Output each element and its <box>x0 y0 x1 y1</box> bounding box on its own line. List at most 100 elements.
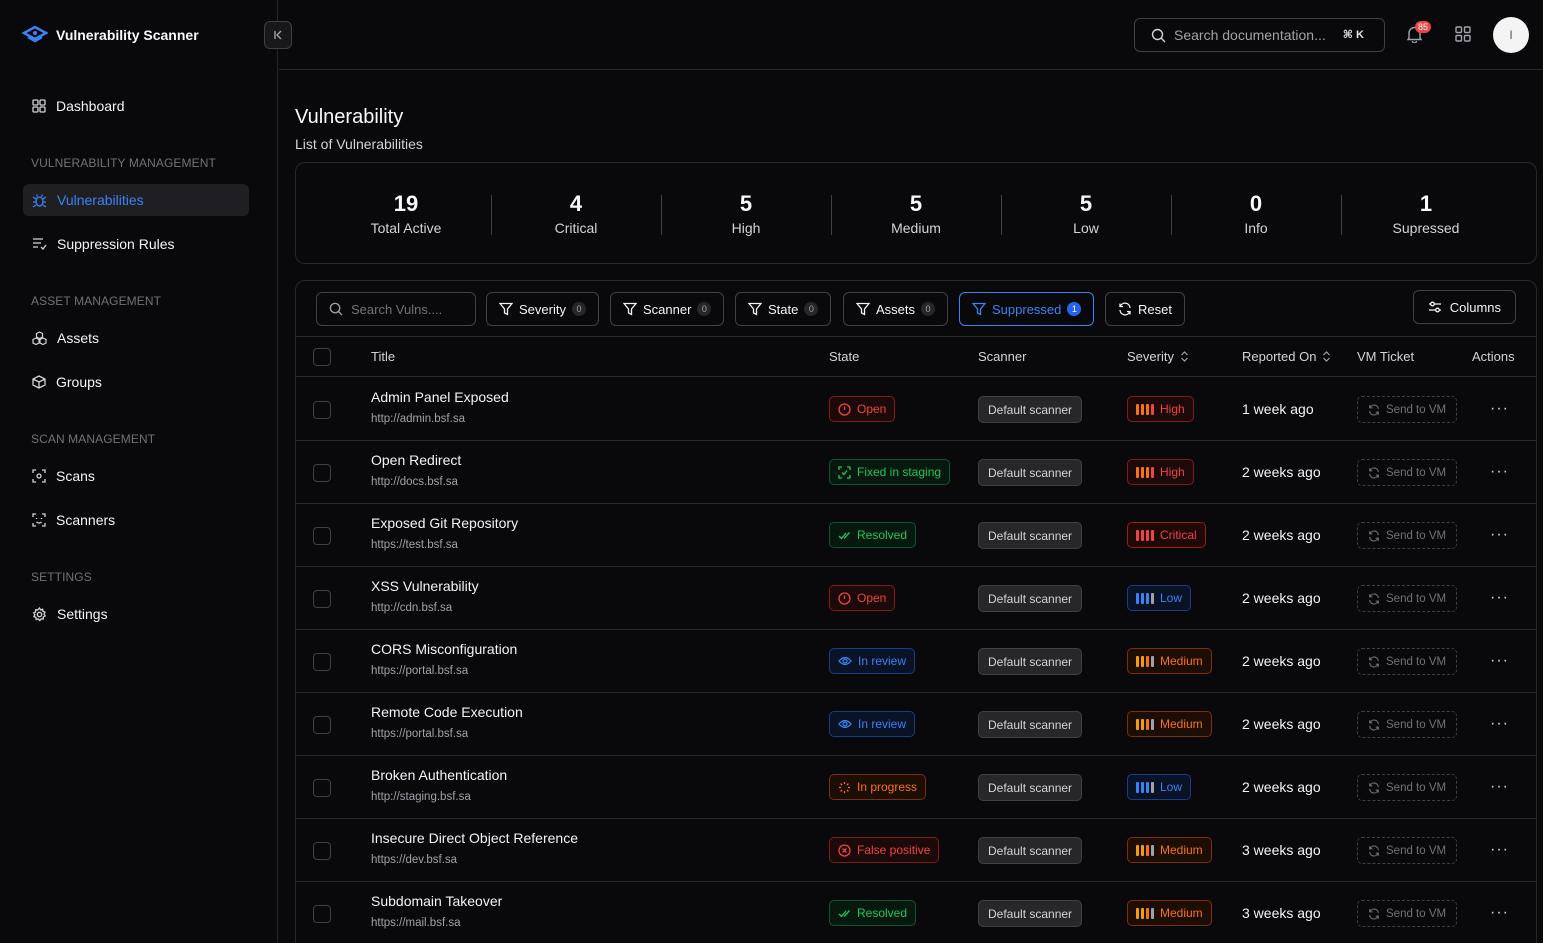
search-vulns-input[interactable]: Search Vulns.... <box>316 292 476 326</box>
row-checkbox[interactable] <box>313 842 331 860</box>
send-to-vm-button[interactable]: Send to VM <box>1357 837 1458 864</box>
stat-value: 0 <box>1249 190 1263 216</box>
table-row[interactable]: CORS Misconfiguration https://portal.bsf… <box>296 630 1536 693</box>
vulnerability-title[interactable]: Remote Code Execution <box>371 704 523 720</box>
state-label: Resolved <box>857 906 908 920</box>
column-header-severity[interactable]: Severity <box>1127 349 1189 364</box>
stat-suppressed: 1 Supressed <box>1341 191 1511 236</box>
state-badge: In review <box>829 711 916 737</box>
sidebar-item-suppression-rules[interactable]: Suppression Rules <box>23 228 249 260</box>
column-header-title[interactable]: Title <box>371 349 395 364</box>
row-checkbox[interactable] <box>313 590 331 608</box>
search-documentation-input[interactable]: Search documentation... ⌘ K <box>1134 18 1385 52</box>
row-checkbox[interactable] <box>313 905 331 923</box>
row-checkbox[interactable] <box>313 401 331 419</box>
stat-low: 5 Low <box>1001 191 1171 236</box>
sidebar-item-vulnerabilities[interactable]: Vulnerabilities <box>23 184 249 216</box>
more-actions-icon[interactable]: ··· <box>1490 463 1509 481</box>
row-checkbox[interactable] <box>313 779 331 797</box>
vulnerability-url: https://mail.bsf.sa <box>371 917 461 929</box>
table-row[interactable]: XSS Vulnerability http://cdn.bsf.sa Open… <box>296 567 1536 630</box>
sidebar-item-assets[interactable]: Assets <box>23 322 249 354</box>
table-row[interactable]: Admin Panel Exposed http://admin.bsf.sa … <box>296 378 1536 441</box>
send-to-vm-button[interactable]: Send to VM <box>1357 522 1458 549</box>
vulnerability-title[interactable]: Insecure Direct Object Reference <box>371 830 578 846</box>
filter-count: 0 <box>804 302 819 316</box>
send-to-vm-button[interactable]: Send to VM <box>1357 900 1458 927</box>
reported-on: 2 weeks ago <box>1242 527 1321 543</box>
refresh-icon <box>1368 592 1380 605</box>
vulnerability-title[interactable]: Broken Authentication <box>371 767 507 783</box>
page-subtitle: List of Vulnerabilities <box>295 136 423 152</box>
table-row[interactable]: Open Redirect http://docs.bsf.sa Fixed i… <box>296 441 1536 504</box>
vulnerability-title[interactable]: Open Redirect <box>371 452 461 468</box>
brand-name: Vulnerability Scanner <box>56 27 199 43</box>
row-checkbox[interactable] <box>313 716 331 734</box>
sidebar-item-scanners[interactable]: Scanners <box>23 504 249 536</box>
filter-scanner-button[interactable]: Scanner 0 <box>610 292 725 326</box>
table-row[interactable]: Exposed Git Repository https://test.bsf.… <box>296 504 1536 567</box>
filter-assets-button[interactable]: Assets 0 <box>843 292 949 326</box>
columns-button[interactable]: Columns <box>1412 290 1516 324</box>
state-badge: In review <box>829 648 916 674</box>
state-badge: False positive <box>829 837 940 863</box>
vulnerability-title[interactable]: CORS Misconfiguration <box>371 641 517 657</box>
package-icon <box>32 375 46 389</box>
apps-grid-icon[interactable] <box>1455 26 1471 42</box>
more-actions-icon[interactable]: ··· <box>1490 778 1509 796</box>
row-checkbox[interactable] <box>313 464 331 482</box>
send-to-vm-button[interactable]: Send to VM <box>1357 585 1458 612</box>
send-to-vm-button[interactable]: Send to VM <box>1357 396 1458 423</box>
sidebar-item-label: Groups <box>56 374 102 390</box>
sidebar-item-settings[interactable]: Settings <box>23 598 249 630</box>
sidebar-item-groups[interactable]: Groups <box>23 366 249 398</box>
more-actions-icon[interactable]: ··· <box>1490 841 1509 859</box>
filter-icon <box>623 302 637 316</box>
more-actions-icon[interactable]: ··· <box>1490 589 1509 607</box>
table-row[interactable]: Broken Authentication http://staging.bsf… <box>296 756 1536 819</box>
row-checkbox[interactable] <box>313 653 331 671</box>
vulnerability-url: https://test.bsf.sa <box>371 539 458 551</box>
more-actions-icon[interactable]: ··· <box>1490 652 1509 670</box>
more-actions-icon[interactable]: ··· <box>1490 526 1509 544</box>
reset-filters-button[interactable]: Reset <box>1105 292 1185 326</box>
more-actions-icon[interactable]: ··· <box>1490 715 1509 733</box>
sidebar-item-dashboard[interactable]: Dashboard <box>23 90 249 122</box>
filter-state-button[interactable]: State 0 <box>735 292 832 326</box>
filter-severity-button[interactable]: Severity 0 <box>486 292 599 326</box>
scanner-badge: Default scanner <box>978 837 1083 864</box>
sidebar-item-scans[interactable]: Scans <box>23 460 249 492</box>
column-header-state[interactable]: State <box>829 349 859 364</box>
more-actions-icon[interactable]: ··· <box>1490 904 1509 922</box>
vulnerability-title[interactable]: Exposed Git Repository <box>371 515 518 531</box>
vulnerability-title[interactable]: Admin Panel Exposed <box>371 389 509 405</box>
column-header-scanner[interactable]: Scanner <box>978 349 1026 364</box>
sort-icon <box>1322 351 1331 362</box>
table-row[interactable]: Subdomain Takeover https://mail.bsf.sa R… <box>296 882 1536 943</box>
table-row[interactable]: Insecure Direct Object Reference https:/… <box>296 819 1536 882</box>
brand[interactable]: Vulnerability Scanner <box>22 24 199 46</box>
send-to-vm-button[interactable]: Send to VM <box>1357 459 1458 486</box>
notification-count-badge: 85 <box>1415 21 1432 33</box>
send-to-vm-label: Send to VM <box>1386 907 1447 920</box>
refresh-icon <box>1118 302 1132 316</box>
send-to-vm-button[interactable]: Send to VM <box>1357 711 1458 738</box>
table-row[interactable]: Remote Code Execution https://portal.bsf… <box>296 693 1536 756</box>
severity-badge: Low <box>1127 774 1192 800</box>
column-header-reported-on[interactable]: Reported On <box>1242 349 1331 364</box>
collapse-sidebar-button[interactable] <box>264 21 292 49</box>
vulnerability-title[interactable]: Subdomain Takeover <box>371 893 502 909</box>
boxes-icon <box>32 331 47 345</box>
state-badge: Fixed in staging <box>829 459 951 485</box>
filter-suppressed-button[interactable]: Suppressed 1 <box>959 292 1095 326</box>
table-header: Title State Scanner Severity Reported On… <box>296 337 1536 377</box>
send-to-vm-button[interactable]: Send to VM <box>1357 648 1458 675</box>
send-to-vm-button[interactable]: Send to VM <box>1357 774 1458 801</box>
more-actions-icon[interactable]: ··· <box>1490 400 1509 418</box>
search-placeholder: Search documentation... <box>1174 27 1326 43</box>
vulnerability-title[interactable]: XSS Vulnerability <box>371 578 479 594</box>
row-checkbox[interactable] <box>313 527 331 545</box>
avatar[interactable]: I <box>1493 17 1529 53</box>
filter-icon <box>856 302 870 316</box>
select-all-checkbox[interactable] <box>313 348 331 366</box>
